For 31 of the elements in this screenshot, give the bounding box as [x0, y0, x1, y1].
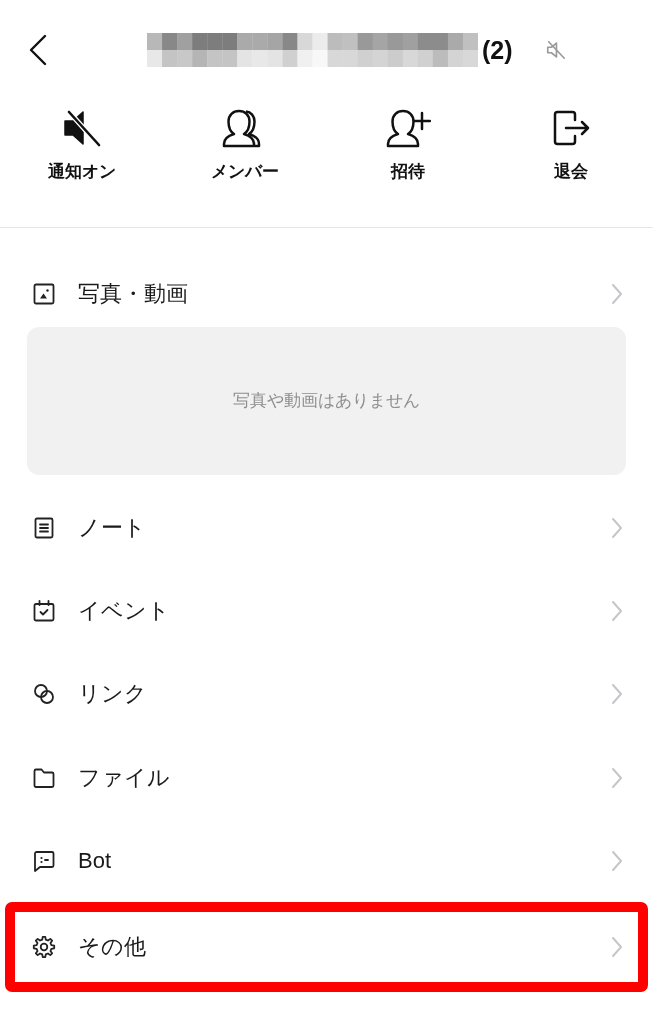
notifications-button[interactable]: 通知オン	[47, 108, 116, 182]
calendar-check-icon	[32, 599, 56, 624]
link-icon	[32, 682, 56, 707]
member-count: (2)	[482, 37, 513, 63]
image-icon	[32, 282, 56, 306]
menu-item[interactable]: イベント	[15, 579, 638, 643]
exit-icon	[551, 108, 592, 148]
menu-item[interactable]: その他	[15, 911, 638, 982]
chevron-right-icon	[611, 935, 623, 958]
back-button[interactable]	[28, 34, 48, 66]
chat-face-icon	[32, 849, 56, 874]
menu-item[interactable]: ノート	[15, 496, 638, 560]
chevron-right-icon	[611, 766, 623, 789]
chevron-right-icon	[611, 516, 623, 539]
leave-button[interactable]: 退会	[551, 108, 592, 182]
chevron-right-icon	[611, 283, 623, 305]
members-button[interactable]: メンバー	[210, 108, 279, 182]
empty-media-text: 写真や動画はありません	[233, 390, 420, 413]
chevron-right-icon	[611, 683, 623, 706]
invite-button[interactable]: 招待	[385, 108, 432, 182]
menu-item[interactable]: リンク	[15, 662, 638, 727]
note-icon	[32, 515, 56, 540]
menu-item[interactable]: ファイル	[15, 746, 638, 810]
person-plus-icon	[385, 108, 432, 148]
menu-item[interactable]: Bot	[15, 829, 638, 893]
back-icon	[28, 34, 48, 66]
settings-icon	[32, 934, 56, 959]
chevron-right-icon	[611, 600, 623, 623]
speaker-off-icon	[61, 108, 102, 148]
menu-item[interactable]: 写真・動画	[15, 272, 638, 316]
chevron-right-icon	[611, 850, 623, 873]
